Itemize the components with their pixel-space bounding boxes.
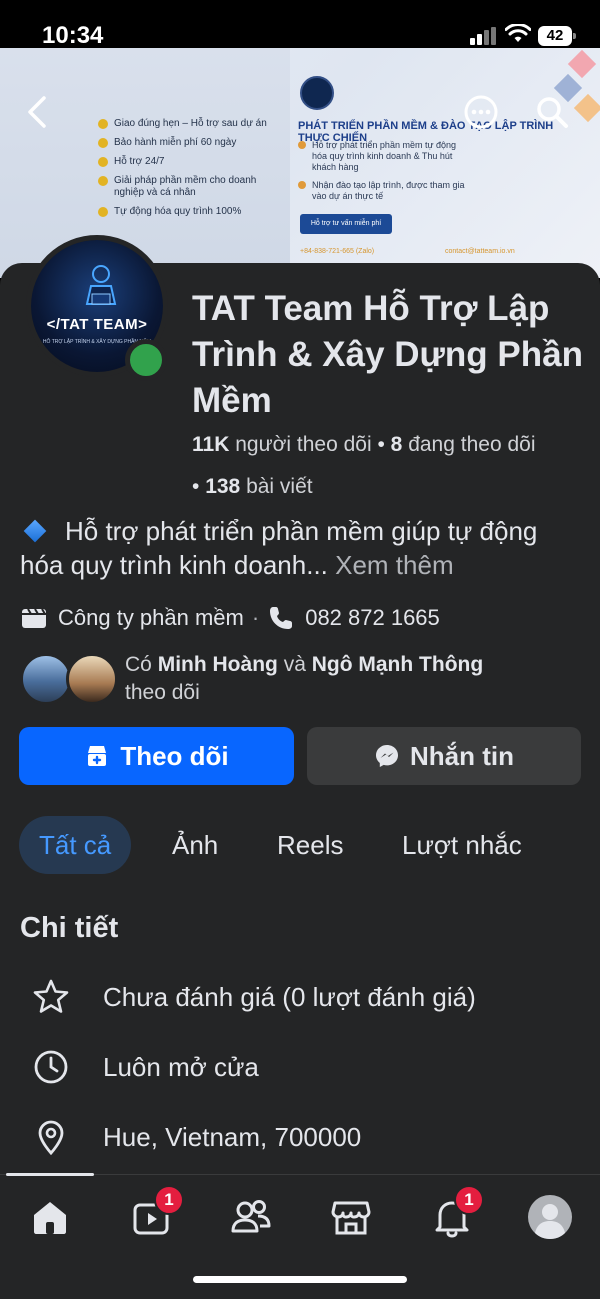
status-bar: 10:34 42 — [0, 0, 600, 49]
nav-active-indicator — [6, 1173, 94, 1176]
bio-text: Hỗ trợ phát triển phần mềm giúp tự động … — [20, 516, 538, 580]
profile-avatar-icon[interactable] — [526, 1193, 574, 1241]
page-title: TAT Team Hỗ Trợ Lập Trình & Xây Dựng Phầ… — [192, 289, 583, 420]
category-label[interactable]: Công ty phần mềm — [58, 605, 244, 631]
online-status-dot — [125, 339, 167, 381]
posts-label: bài viết — [246, 475, 313, 498]
avatar-title: </TAT TEAM> — [46, 316, 148, 333]
mutual-followers[interactable]: Có Minh Hoàng và Ngô Mạnh Thông theo dõi — [20, 651, 580, 707]
wifi-icon — [505, 24, 531, 42]
home-icon[interactable] — [26, 1193, 74, 1241]
cover-item: Nhận đào tạo lập trình, được tham gia và… — [298, 180, 468, 202]
tab-reels[interactable]: Reels — [257, 816, 363, 874]
signal-icon — [470, 27, 498, 45]
message-label: Nhắn tin — [410, 740, 514, 771]
followers-count[interactable]: 11K — [192, 433, 229, 456]
blue-diamond-icon — [23, 519, 47, 543]
cover-phone: +84-838-721-665 (Zalo) — [300, 248, 375, 255]
notifications-badge: 1 — [454, 1185, 484, 1215]
video-badge: 1 — [154, 1185, 184, 1215]
profile-tabs: Tất cả Ảnh Reels Lượt nhắc — [19, 816, 599, 874]
detail-hours[interactable]: Luôn mở cửa — [32, 1045, 259, 1089]
rating-text: Chưa đánh giá (0 lượt đánh giá) — [103, 981, 476, 1012]
message-button[interactable]: Nhắn tin — [307, 727, 581, 785]
tab-all[interactable]: Tất cả — [19, 816, 132, 874]
clock-icon — [34, 1050, 68, 1084]
cover-bullet: Hỗ trợ 24/7 — [98, 156, 278, 168]
cover-logo — [300, 76, 334, 110]
see-more-link[interactable]: Xem thêm — [335, 550, 454, 580]
cover-bullet: Bảo hành miễn phí 60 ngày — [98, 137, 278, 149]
detail-rating[interactable]: Chưa đánh giá (0 lượt đánh giá) — [32, 975, 476, 1019]
follow-button[interactable]: Theo dõi — [19, 727, 294, 785]
posts-count: 138 — [205, 475, 241, 498]
cover-bullet: Tự động hóa quy trình 100% — [98, 206, 278, 218]
page-info: Công ty phần mềm · 082 872 1665 — [20, 604, 440, 632]
cover-item: Hỗ trợ phát triển phần mềm tự động hóa q… — [298, 140, 468, 173]
follow-label: Theo dõi — [120, 740, 229, 771]
battery-indicator: 42 — [538, 26, 576, 46]
clapperboard-icon — [22, 608, 46, 628]
location-text: Hue, Vietnam, 700000 — [103, 1121, 362, 1152]
following-label[interactable]: đang theo dõi — [408, 433, 535, 456]
tab-photos[interactable]: Ảnh — [152, 816, 238, 874]
mutual-followers-text: Có Minh Hoàng và Ngô Mạnh Thông theo dõi — [125, 653, 484, 704]
followers-label[interactable]: người theo dõi — [235, 433, 371, 456]
friend-avatar — [66, 653, 118, 705]
star-icon — [33, 979, 69, 1013]
friends-icon[interactable] — [227, 1193, 275, 1241]
follow-icon — [88, 746, 107, 766]
cover-bullets: Giao đúng hẹn – Hỗ trợ sau dự án Bảo hàn… — [98, 118, 278, 225]
cover-email: contact@tatteam.io.vn — [445, 248, 515, 255]
messenger-icon — [376, 745, 398, 767]
video-nav[interactable]: 1 — [128, 1185, 184, 1241]
more-icon[interactable] — [463, 94, 499, 130]
details-heading: Chi tiết — [20, 912, 119, 944]
notifications-nav[interactable]: 1 — [428, 1185, 484, 1241]
following-count[interactable]: 8 — [391, 433, 403, 456]
hours-text: Luôn mở cửa — [103, 1051, 259, 1082]
cover-bullet: Giao đúng hẹn – Hỗ trợ sau dự án — [98, 118, 278, 130]
cover-bullet: Giải pháp phần mềm cho doanh nghiệp và c… — [98, 175, 278, 199]
tab-mentions[interactable]: Lượt nhắc — [382, 816, 542, 874]
hacker-figure-icon — [85, 265, 117, 305]
location-pin-icon — [38, 1120, 64, 1156]
back-icon[interactable] — [24, 94, 54, 130]
friend-avatar — [20, 653, 72, 705]
search-icon[interactable] — [534, 94, 570, 130]
page-stats: 11K người theo dõi • 8 đang theo dõi • 1… — [192, 433, 536, 498]
home-indicator — [193, 1276, 407, 1283]
page-bio: Hỗ trợ phát triển phần mềm giúp tự động … — [20, 514, 585, 582]
detail-location[interactable]: Hue, Vietnam, 700000 — [32, 1115, 361, 1159]
cover-cta: Hỗ trợ tư vấn miễn phí — [300, 214, 392, 234]
phone-number[interactable]: 082 872 1665 — [305, 605, 440, 631]
marketplace-icon[interactable] — [327, 1193, 375, 1241]
phone-icon — [270, 607, 293, 629]
status-time: 10:34 — [42, 22, 104, 49]
